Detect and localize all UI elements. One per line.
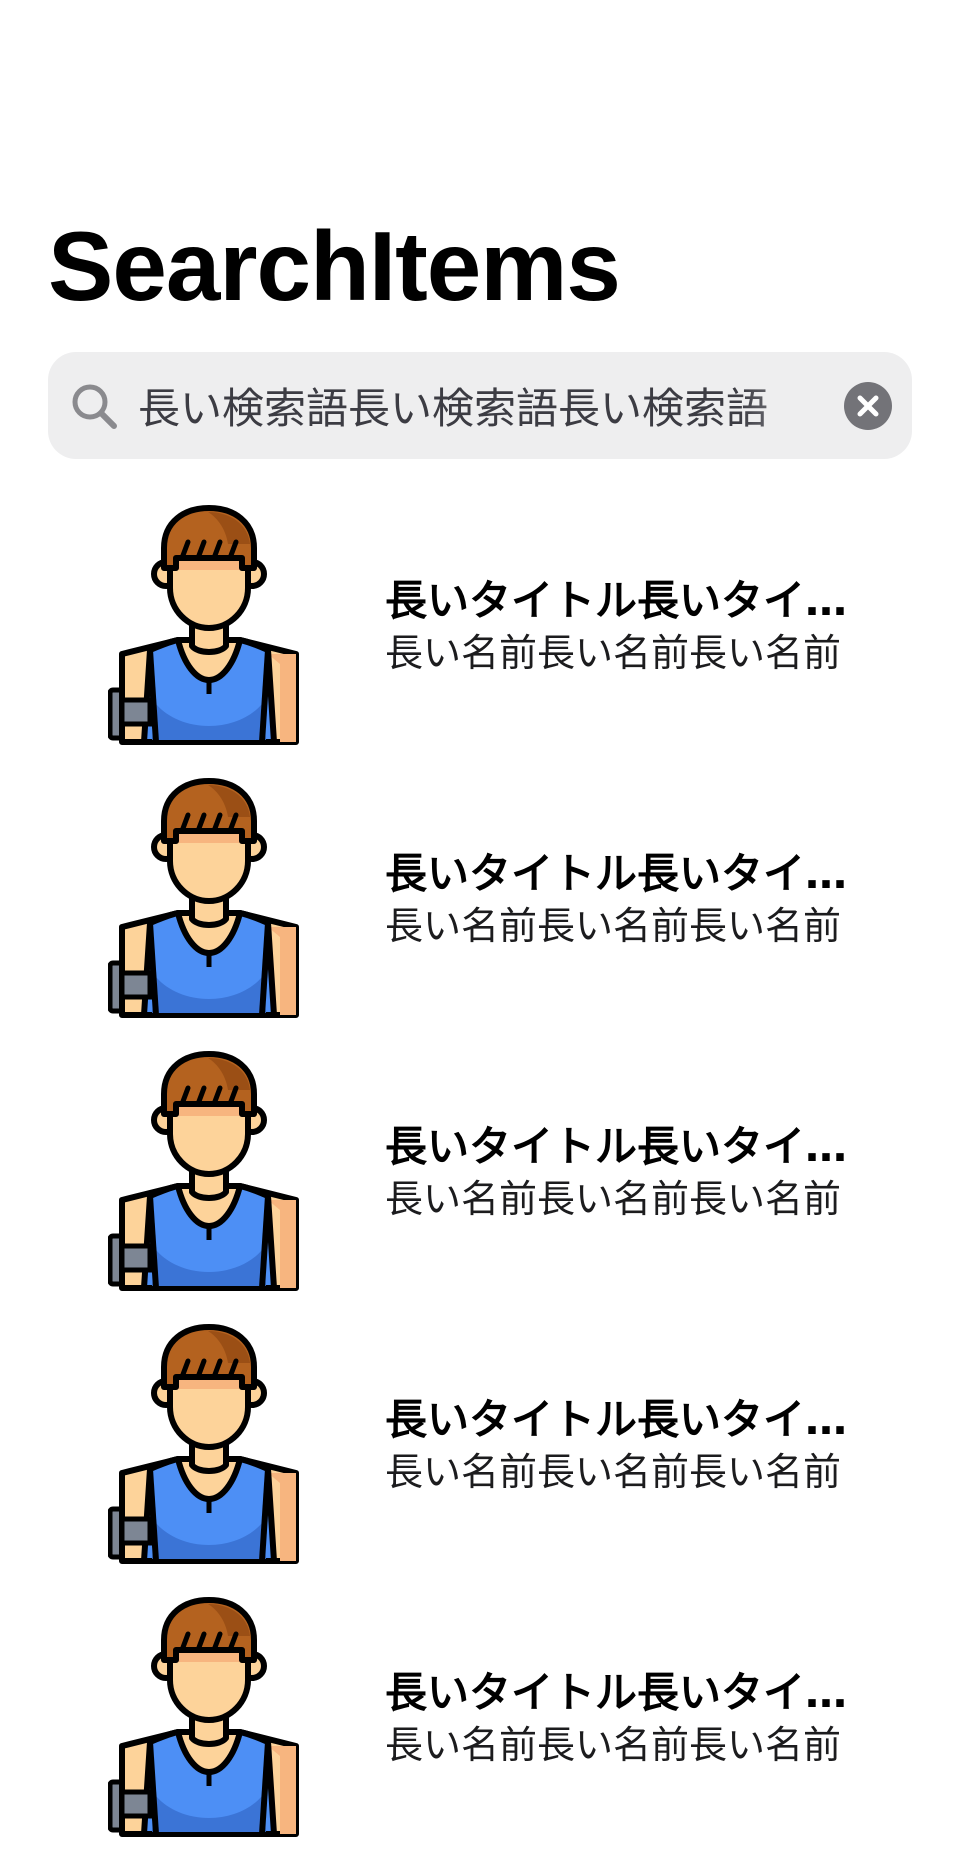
search-input[interactable]	[138, 372, 872, 438]
list-item-subtitle: 長い名前長い名前長い名前	[385, 904, 842, 948]
list-item-subtitle: 長い名前長い名前長い名前	[385, 1723, 842, 1767]
magnifying-glass-icon	[68, 380, 120, 432]
list-item-title: 長いタイトル長いタイトル	[385, 576, 880, 625]
list-item[interactable]: 長いタイトル長いタイトル 長い名前長い名前長い名前	[0, 1590, 960, 1863]
search-bar[interactable]	[48, 352, 912, 459]
list-item[interactable]: 長いタイトル長いタイトル 長い名前長い名前長い名前	[0, 1044, 960, 1317]
list-item[interactable]: 長いタイトル長いタイトル 長い名前長い名前長い名前	[0, 498, 960, 771]
xmark-icon	[857, 395, 879, 417]
list-item-title: 長いタイトル長いタイトル	[385, 849, 880, 898]
list-item-title: 長いタイトル長いタイトル	[385, 1122, 880, 1171]
list-item[interactable]: 長いタイトル長いタイトル 長い名前長い名前長い名前	[0, 771, 960, 1044]
athlete-avatar-icon	[108, 1050, 310, 1292]
list-item[interactable]: 長いタイトル長いタイトル 長い名前長い名前長い名前	[0, 1317, 960, 1590]
athlete-avatar-icon	[108, 1323, 310, 1565]
list-item-subtitle: 長い名前長い名前長い名前	[385, 1177, 842, 1221]
athlete-avatar-icon	[108, 1596, 310, 1838]
list-item-text: 長いタイトル長いタイトル 長い名前長い名前長い名前	[385, 1120, 880, 1224]
results-list: 長いタイトル長いタイトル 長い名前長い名前長い名前 長いタイトル長いタイトル 長…	[0, 498, 960, 1863]
athlete-avatar-icon	[108, 504, 310, 746]
page-title: SearchItems	[48, 211, 621, 321]
list-item-text: 長いタイトル長いタイトル 長い名前長い名前長い名前	[385, 1393, 880, 1497]
list-item-subtitle: 長い名前長い名前長い名前	[385, 1450, 842, 1494]
athlete-avatar-icon	[108, 777, 310, 1019]
list-item-title: 長いタイトル長いタイトル	[385, 1395, 880, 1444]
list-item-text: 長いタイトル長いタイトル 長い名前長い名前長い名前	[385, 574, 880, 678]
list-item-title: 長いタイトル長いタイトル	[385, 1668, 880, 1717]
clear-search-button[interactable]	[844, 382, 892, 430]
list-item-subtitle: 長い名前長い名前長い名前	[385, 631, 842, 675]
list-item-text: 長いタイトル長いタイトル 長い名前長い名前長い名前	[385, 847, 880, 951]
list-item-text: 長いタイトル長いタイトル 長い名前長い名前長い名前	[385, 1666, 880, 1770]
